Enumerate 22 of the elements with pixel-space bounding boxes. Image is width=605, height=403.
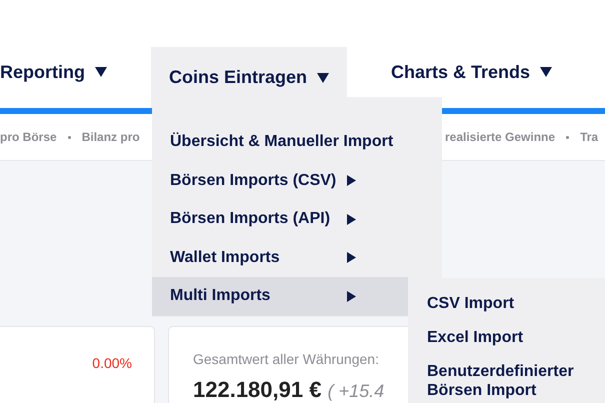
arrow-right-icon [347, 214, 356, 225]
submenu-item[interactable]: Excel Import [427, 322, 597, 356]
total-label: Gesamtwert aller Währungen: [193, 351, 379, 367]
nav-tab[interactable]: Reporting [0, 47, 125, 97]
menu-item[interactable]: Wallet Imports [152, 238, 408, 277]
caret-icon [317, 72, 330, 82]
menu-item[interactable]: Börsen Imports (CSV) [152, 162, 408, 200]
caret-icon [540, 67, 552, 77]
menu-item[interactable]: Übersicht & Manueller Import [152, 123, 442, 162]
separator-dot [68, 136, 71, 138]
menu-item[interactable]: Multi Imports [152, 277, 408, 316]
total-value: 122.180,91 € ( +15.4 [193, 377, 384, 403]
submenu-item[interactable]: CSV Import [427, 288, 597, 322]
caret-icon [95, 67, 107, 77]
submenu-item[interactable]: Benutzerdefinierter Börsen Import [427, 356, 597, 403]
nav-tab[interactable]: Charts & Trends [373, 47, 570, 97]
change-percent: 0.00% [92, 355, 132, 371]
arrow-right-icon [347, 252, 356, 264]
arrow-right-icon [347, 175, 356, 186]
menu-item[interactable]: Börsen Imports (API) [152, 200, 408, 238]
separator-dot [566, 136, 570, 138]
arrow-right-icon [347, 290, 356, 302]
